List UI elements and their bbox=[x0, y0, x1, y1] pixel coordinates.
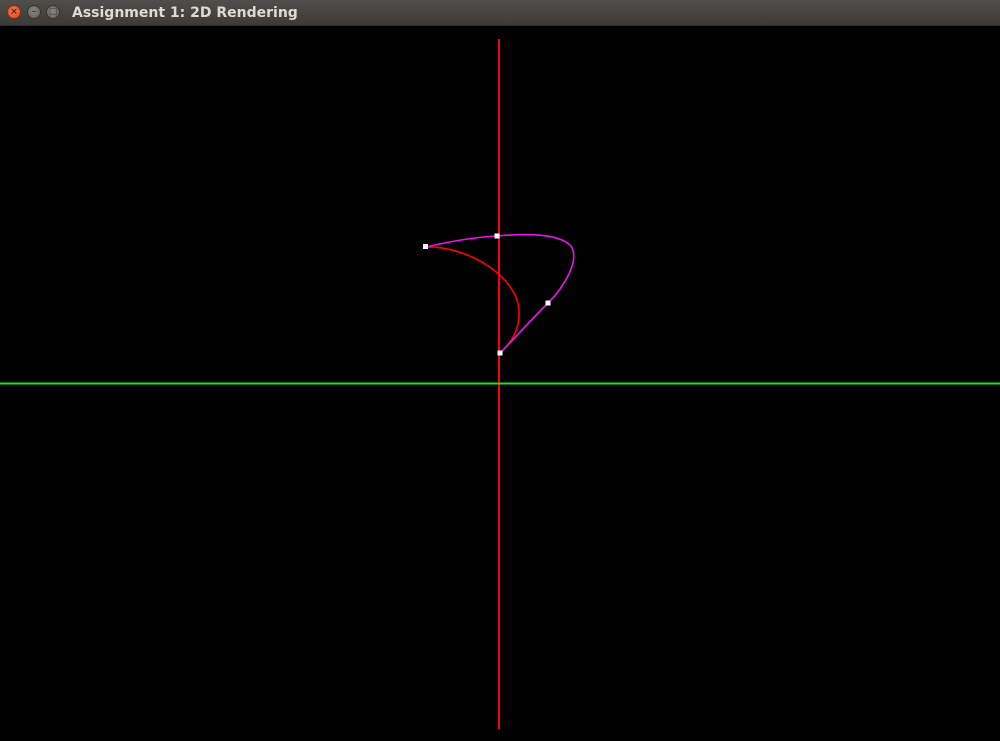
maximize-window-button[interactable]: □ bbox=[46, 5, 60, 19]
window-title: Assignment 1: 2D Rendering bbox=[72, 5, 298, 21]
application-window: × – □ Assignment 1: 2D Rendering bbox=[0, 0, 1000, 741]
red-curve bbox=[425, 246, 520, 354]
control-point[interactable] bbox=[545, 300, 551, 306]
close-window-button[interactable]: × bbox=[7, 5, 21, 19]
control-point[interactable] bbox=[494, 233, 500, 239]
scene-svg bbox=[0, 39, 1000, 729]
control-point[interactable] bbox=[497, 350, 503, 356]
maximize-icon: □ bbox=[48, 6, 58, 17]
title-bar[interactable]: × – □ Assignment 1: 2D Rendering bbox=[0, 0, 1000, 26]
minimize-icon: – bbox=[31, 6, 37, 17]
close-icon: × bbox=[10, 6, 18, 17]
rendering-canvas[interactable] bbox=[0, 26, 1000, 741]
minimize-window-button[interactable]: – bbox=[27, 5, 41, 19]
control-point[interactable] bbox=[423, 244, 428, 249]
